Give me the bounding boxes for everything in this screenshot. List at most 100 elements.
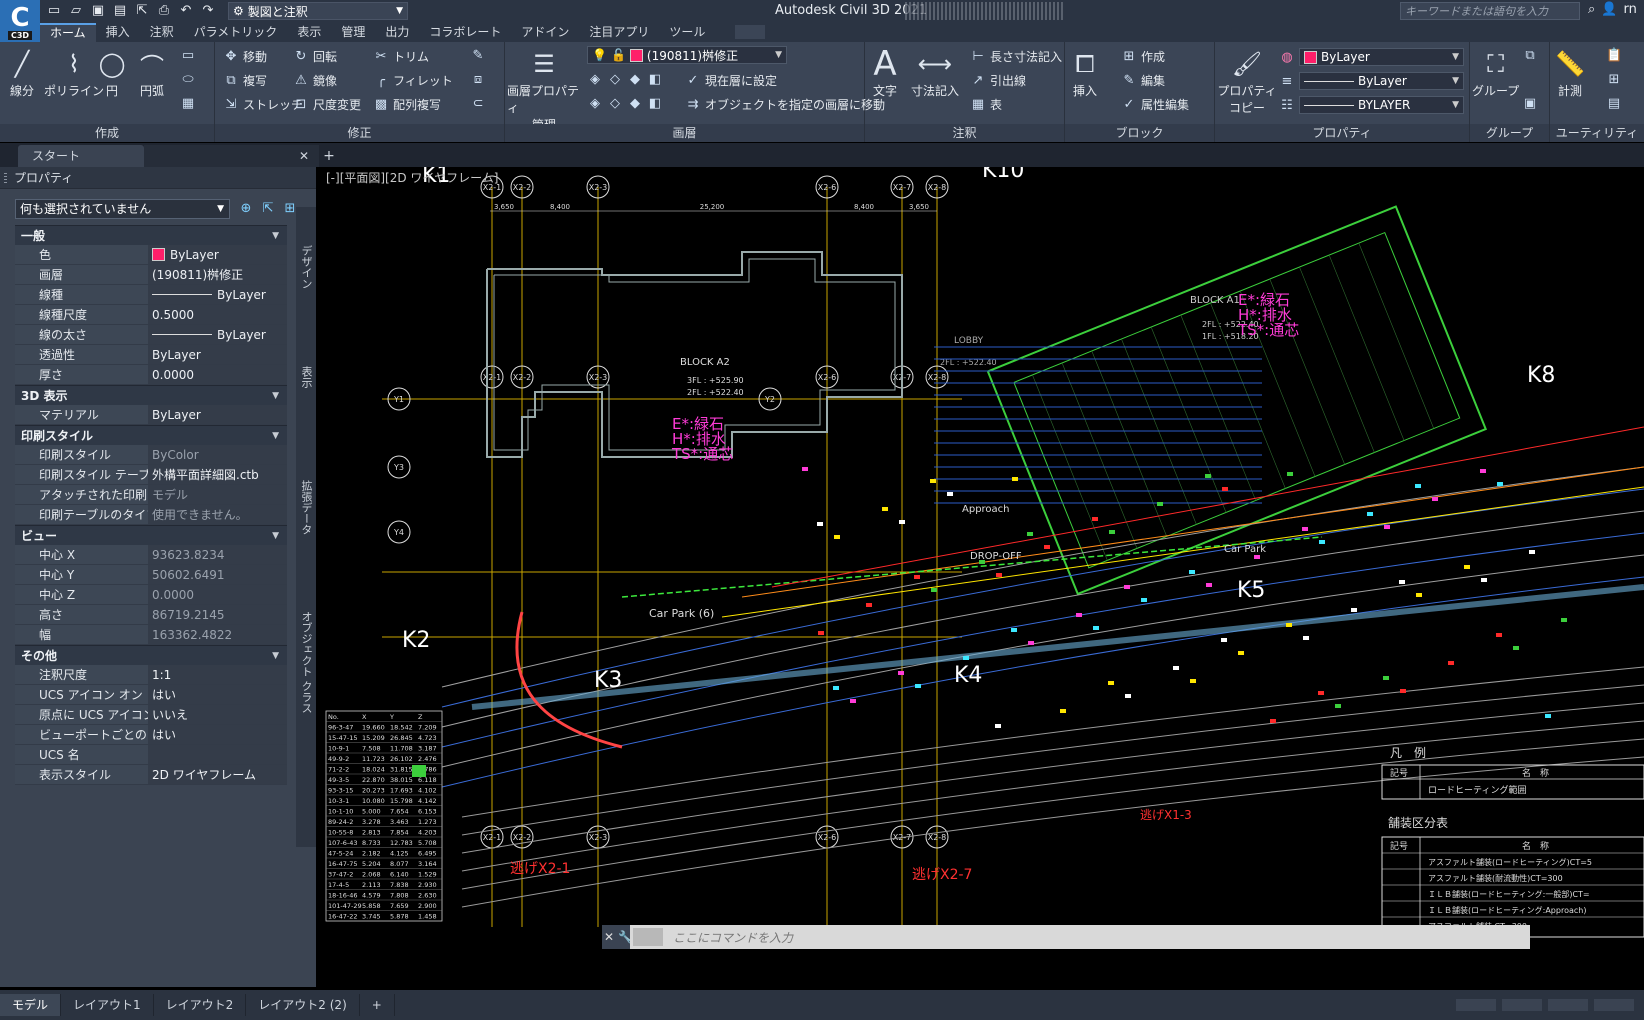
property-value[interactable]: 163362.4822 — [148, 625, 287, 644]
property-value[interactable]: (190811)桝修正 — [148, 265, 287, 284]
tab-layout2-copy[interactable]: レイアウト2 (2) — [246, 994, 360, 1016]
property-value[interactable]: モデル — [148, 485, 287, 504]
vtab-design[interactable]: デザイン — [296, 227, 316, 307]
select-objects-icon[interactable]: ⇱ — [260, 201, 276, 217]
quick-select-tool[interactable]: ⊞ — [1606, 72, 1622, 88]
calculator-tool[interactable]: ▤ — [1606, 96, 1622, 112]
paste-tool[interactable]: 📋 — [1606, 48, 1622, 64]
erase-tool[interactable]: ✎ — [470, 48, 486, 64]
create-block-tool[interactable]: ⊞ 作成 — [1121, 48, 1165, 65]
plot-icon[interactable]: ⎙ — [156, 3, 172, 19]
status-tool[interactable] — [1548, 999, 1588, 1011]
user-name[interactable]: rn — [1623, 2, 1636, 17]
status-tool[interactable] — [1502, 999, 1542, 1011]
user-icon[interactable]: 👤 — [1601, 2, 1617, 17]
property-value[interactable]: 50602.6491 — [148, 565, 287, 584]
collapse-icon[interactable]: ▼ — [272, 646, 279, 666]
property-row[interactable]: 中心 Y 50602.6491 — [15, 565, 287, 585]
dimension-button[interactable]: ⟷ 寸法記入 — [911, 46, 959, 99]
arc-button[interactable]: ⌒ 円弧 — [134, 46, 170, 99]
property-row[interactable]: UCS アイコン オン はい — [15, 685, 287, 705]
app-menu-button[interactable]: C C3D — [0, 0, 40, 42]
scale-tool[interactable]: ⊡ 尺度変更 — [293, 96, 361, 113]
save-icon[interactable]: ▣ — [90, 3, 106, 19]
new-icon[interactable]: ▭ — [46, 3, 62, 19]
property-value[interactable]: ByLayer — [148, 405, 287, 424]
property-row[interactable]: 画層 (190811)桝修正 — [15, 265, 287, 285]
tab-layout1[interactable]: レイアウト1 — [61, 994, 154, 1016]
property-category[interactable]: 印刷スタイル ▼ — [15, 425, 287, 445]
layer-tools-row-1[interactable]: ◈ ◇ ◆ ◧ — [587, 72, 663, 88]
property-value[interactable]: 0.0000 — [148, 365, 287, 384]
panel-properties-title[interactable]: プロパティ — [1215, 124, 1469, 142]
status-tool[interactable] — [1594, 999, 1634, 1011]
collapse-icon[interactable]: ▼ — [272, 426, 279, 446]
viewport-controls[interactable]: [-][平面図][2D ワイヤフレーム] — [326, 169, 498, 186]
property-row[interactable]: 中心 X 93623.8234 — [15, 545, 287, 565]
property-value[interactable]: ByLayer — [148, 245, 287, 264]
ribbon-tab-featured-apps[interactable]: 注目アプリ — [579, 23, 659, 42]
property-row[interactable]: 中心 Z 0.0000 — [15, 585, 287, 605]
fillet-tool[interactable]: ╭ フィレット — [373, 72, 453, 89]
tab-drawing[interactable]: ✕ — [144, 145, 319, 167]
ribbon-minimize-button[interactable] — [735, 25, 766, 39]
property-category[interactable]: 一般 ▼ — [15, 225, 287, 245]
move-tool[interactable]: ✥ 移動 — [223, 48, 267, 65]
property-row[interactable]: 高さ 86719.2145 — [15, 605, 287, 625]
ungroup-tool[interactable]: ⧉ — [1522, 48, 1538, 64]
toggle-pickadd-icon[interactable]: ⊕ — [238, 201, 254, 217]
property-value[interactable]: 2D ワイヤフレーム — [148, 765, 287, 784]
hatch-tool[interactable]: ▦ — [180, 96, 196, 112]
panel-utilities-title[interactable]: ユーティリティ — [1550, 124, 1644, 142]
collapse-icon[interactable]: ▼ — [272, 526, 279, 546]
property-value[interactable]: 使用できません。 — [148, 505, 287, 524]
ribbon-tab-insert[interactable]: 挿入 — [96, 23, 140, 42]
layer-properties-button[interactable]: ☰ 画層プロパティ 管理 — [507, 46, 581, 133]
property-category[interactable]: ビュー ▼ — [15, 525, 287, 545]
property-row[interactable]: 印刷スタイル テーブル外構平面詳細図.ctb — [15, 465, 287, 485]
set-current-layer-tool[interactable]: ✓ 現在層に設定 — [685, 72, 777, 89]
ribbon-tab-manage[interactable]: 管理 — [331, 23, 375, 42]
match-properties-button[interactable]: 🖌 プロパティ コピー — [1217, 46, 1277, 116]
property-value[interactable]: ByLayer — [148, 345, 287, 364]
property-row[interactable]: UCS 名 — [15, 745, 287, 765]
collapse-icon[interactable]: ▼ — [272, 386, 279, 406]
command-line[interactable]: ここにコマンドを入力 — [630, 925, 1530, 949]
undo-icon[interactable]: ↶ — [178, 3, 194, 19]
help-search-input[interactable]: キーワードまたは語句を入力 — [1400, 2, 1580, 20]
add-layout-button[interactable]: + — [360, 994, 395, 1016]
group-select-tool[interactable]: ▣ — [1522, 96, 1538, 112]
command-input[interactable]: ここにコマンドを入力 — [663, 929, 793, 946]
panel-modify-title[interactable]: 修正 — [215, 124, 504, 142]
group-button[interactable]: ⛶ グループ — [1472, 46, 1519, 99]
property-row[interactable]: 厚さ 0.0000 — [15, 365, 287, 385]
property-category[interactable]: 3D 表示 ▼ — [15, 385, 287, 405]
command-history-button[interactable] — [633, 928, 663, 946]
vtab-object-class[interactable]: オブジェクト クラス — [296, 587, 316, 737]
copy-tool[interactable]: ⧉ 複写 — [223, 72, 267, 89]
property-row[interactable]: 線の太さ ByLayer — [15, 325, 287, 345]
rectangle-tool[interactable]: ▭ — [180, 48, 196, 64]
linetype-dropdown[interactable]: ByLayer ▼ — [1299, 72, 1464, 90]
save-as-icon[interactable]: ▤ — [112, 3, 128, 19]
property-value[interactable]: ByColor — [148, 445, 287, 464]
tab-start[interactable]: スタート — [18, 145, 144, 167]
open-icon[interactable]: ▱ — [68, 3, 84, 19]
measure-button[interactable]: 📏 計測 — [1552, 46, 1588, 99]
ellipse-tool[interactable]: ⬭ — [180, 72, 196, 88]
collapse-icon[interactable]: ▼ — [272, 226, 279, 246]
panel-layers-title[interactable]: 画層 — [505, 124, 864, 142]
panel-block-title[interactable]: ブロック — [1065, 124, 1214, 142]
drawing-canvas[interactable]: X2-1 X2-1 X2-1 X2-2 X2-2 X2-2 X2-3 X2-3 X2-3 X2-6… — [322, 167, 1644, 989]
move-to-layer-tool[interactable]: ⇉ オブジェクトを指定の画層に移動 — [685, 96, 885, 113]
ribbon-tab-home[interactable]: ホーム — [40, 23, 96, 42]
offset-tool[interactable]: ⊂ — [470, 96, 486, 112]
panel-groups-title[interactable]: グループ — [1470, 124, 1549, 142]
vtab-display[interactable]: 表示 — [296, 347, 316, 407]
layer-dropdown[interactable]: 💡 🔓 (190811)桝修正 ▼ — [587, 46, 787, 64]
property-row[interactable]: 色 ByLayer — [15, 245, 287, 265]
close-icon[interactable]: ✕ — [299, 149, 309, 163]
line-button[interactable]: ╱ 線分 — [4, 46, 40, 99]
ribbon-tab-view[interactable]: 表示 — [287, 23, 331, 42]
property-value[interactable]: いいえ — [148, 705, 287, 724]
